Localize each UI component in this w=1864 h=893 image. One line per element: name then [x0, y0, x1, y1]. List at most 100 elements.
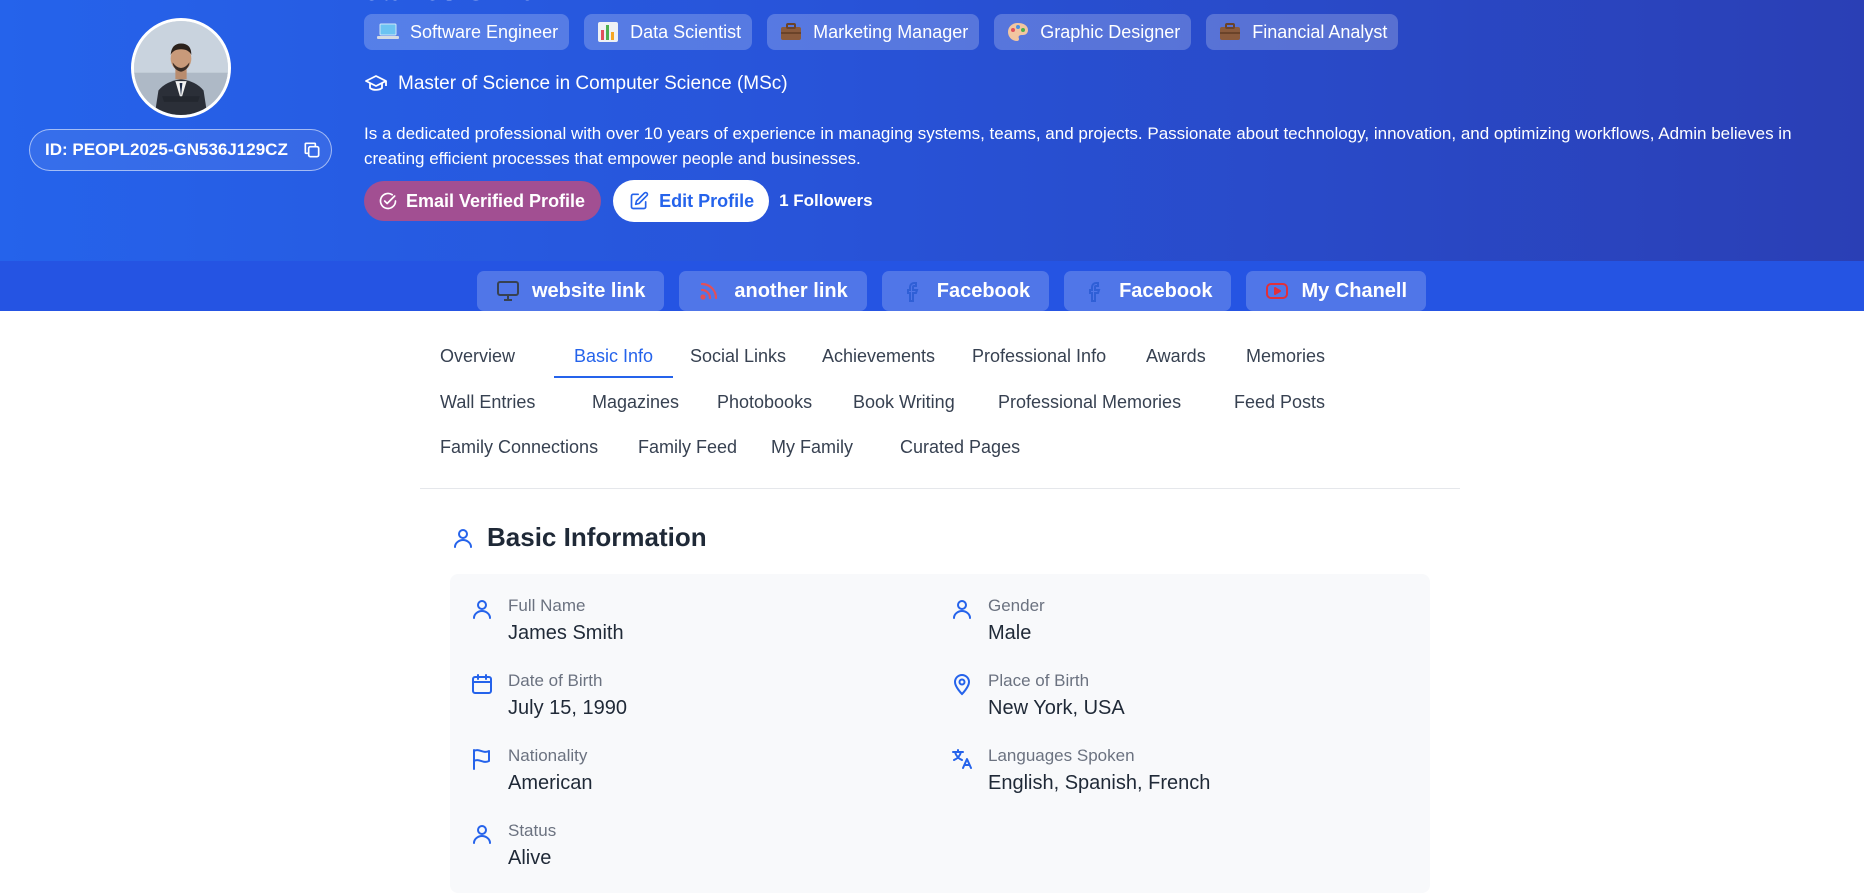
tab-family-feed[interactable]: Family Feed	[618, 425, 757, 469]
link-facebook[interactable]: Facebook	[1064, 271, 1232, 311]
field-status: Status Alive	[470, 820, 556, 873]
field-value: New York, USA	[988, 697, 1125, 719]
profile-actions: Email Verified Profile Edit Profile 1 Fo…	[364, 180, 873, 222]
field-label: Full Name	[508, 596, 586, 615]
check-circle-icon	[378, 191, 398, 211]
field-gender: Gender Male	[950, 595, 1045, 648]
role-tag: Marketing Manager	[767, 14, 980, 50]
followers-count[interactable]: 1 Followers	[779, 191, 873, 211]
field-full-name: Full Name James Smith	[470, 595, 624, 648]
basic-info-card: Full Name James Smith Gender Male Date o…	[450, 574, 1430, 893]
link-label: website link	[532, 279, 646, 302]
role-label: Marketing Manager	[813, 21, 969, 42]
tab-overview[interactable]: Overview	[420, 334, 535, 378]
calendar-icon	[470, 672, 496, 698]
field-label: Status	[508, 821, 557, 840]
field-label: Gender	[988, 596, 1045, 615]
profile-id-badge: ID: PEOPL2025-GN536J129CZ	[29, 129, 332, 171]
tab-curated-pages[interactable]: Curated Pages	[880, 425, 1040, 469]
role-label: Graphic Designer	[1040, 21, 1181, 42]
field-value: American	[508, 772, 593, 794]
link-facebook[interactable]: Facebook	[881, 271, 1050, 311]
link-label: My Chanell	[1301, 279, 1408, 302]
tab-magazines[interactable]: Magazines	[572, 380, 699, 424]
tab-photobooks[interactable]: Photobooks	[697, 380, 832, 424]
tab-memories[interactable]: Memories	[1226, 334, 1345, 378]
tab-social-links[interactable]: Social Links	[670, 334, 806, 378]
tab-achievements[interactable]: Achievements	[802, 334, 955, 378]
basic-info-title: Basic Information	[487, 522, 707, 552]
basic-info-heading: Basic Information	[451, 522, 707, 553]
youtube-icon	[1265, 280, 1289, 302]
tab-professional-memories[interactable]: Professional Memories	[978, 380, 1201, 424]
field-label: Languages Spoken	[988, 746, 1135, 765]
field-languages-spoken: Languages Spoken English, Spanish, Frenc…	[950, 745, 1210, 798]
degree-text: Master of Science in Computer Science (M…	[398, 73, 788, 94]
role-tag: Software Engineer	[364, 14, 570, 50]
profile-id-text: ID: PEOPL2025-GN536J129CZ	[45, 140, 288, 159]
tab-wall-entries[interactable]: Wall Entries	[420, 380, 555, 424]
field-value: James Smith	[508, 622, 624, 644]
link-label: Facebook	[1119, 279, 1213, 302]
role-tag: Financial Analyst	[1206, 14, 1399, 50]
link-website[interactable]: website link	[477, 271, 665, 311]
translate-icon	[950, 747, 976, 773]
copy-icon[interactable]	[302, 140, 322, 160]
degree-line: Master of Science in Computer Science (M…	[364, 72, 788, 96]
link-label: another link	[734, 279, 848, 302]
edit-profile-button[interactable]: Edit Profile	[613, 180, 770, 222]
role-tag: Graphic Designer	[994, 14, 1192, 50]
field-value: July 15, 1990	[508, 697, 627, 719]
edit-profile-label: Edit Profile	[659, 190, 755, 211]
user-icon	[451, 525, 475, 551]
field-value: Alive	[508, 847, 552, 869]
field-label: Date of Birth	[508, 671, 603, 690]
field-nationality: Nationality American	[470, 745, 592, 798]
bar-chart-icon	[596, 21, 620, 43]
tab-book-writing[interactable]: Book Writing	[833, 380, 975, 424]
monitor-icon	[496, 280, 520, 302]
roles-list: Software Engineer Data Scientist Marketi…	[364, 14, 1399, 50]
email-verified-label: Email Verified Profile	[406, 190, 586, 211]
link-youtube[interactable]: My Chanell	[1246, 271, 1427, 311]
flag-icon	[470, 747, 496, 773]
profile-tabs: Overview Basic Info Social Links Achieve…	[420, 334, 1460, 489]
social-links: website link another link Facebook Faceb…	[477, 271, 1427, 311]
tab-professional-info[interactable]: Professional Info	[952, 334, 1126, 378]
user-icon	[470, 822, 496, 848]
field-value: Male	[988, 622, 1032, 644]
role-tag: Data Scientist	[584, 14, 753, 50]
tab-feed-posts[interactable]: Feed Posts	[1214, 380, 1345, 424]
profile-header: James Smith ID: PEOPL2025-GN536J129CZ	[0, 0, 1864, 261]
avatar-photo	[134, 21, 228, 115]
graduation-cap-icon	[364, 72, 388, 96]
briefcase-icon	[779, 21, 803, 43]
palette-icon	[1006, 21, 1030, 43]
tab-basic-info[interactable]: Basic Info	[554, 334, 674, 378]
field-value: English, Spanish, French	[988, 772, 1211, 794]
laptop-icon	[376, 21, 400, 43]
tab-my-family[interactable]: My Family	[751, 425, 873, 469]
field-label: Place of Birth	[988, 671, 1090, 690]
role-label: Data Scientist	[630, 21, 742, 42]
facebook-icon	[901, 280, 925, 302]
link-another[interactable]: another link	[679, 271, 867, 311]
facebook-icon	[1083, 280, 1107, 302]
role-label: Financial Analyst	[1252, 21, 1388, 42]
role-label: Software Engineer	[410, 21, 559, 42]
tab-awards[interactable]: Awards	[1126, 334, 1226, 378]
field-label: Nationality	[508, 746, 588, 765]
field-date-of-birth: Date of Birth July 15, 1990	[470, 670, 627, 723]
tab-family-connections[interactable]: Family Connections	[420, 425, 618, 469]
link-label: Facebook	[936, 279, 1031, 302]
user-icon	[470, 597, 496, 623]
briefcase-icon	[1218, 21, 1242, 43]
edit-icon	[629, 191, 649, 211]
profile-name: James Smith	[364, 0, 549, 8]
profile-bio: Is a dedicated professional with over 10…	[364, 124, 1792, 168]
field-place-of-birth: Place of Birth New York, USA	[950, 670, 1125, 723]
avatar	[131, 18, 231, 118]
email-verified-badge: Email Verified Profile	[364, 181, 602, 221]
map-pin-icon	[950, 672, 976, 698]
rss-icon	[698, 280, 722, 302]
